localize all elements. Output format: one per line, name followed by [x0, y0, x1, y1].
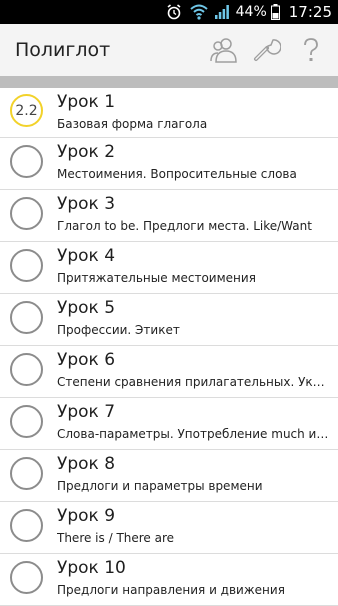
- progress-ring: [10, 405, 43, 438]
- lesson-title: Урок 8: [57, 454, 116, 474]
- users-icon: [210, 38, 237, 63]
- lesson-subtitle: Базовая форма глагола: [57, 117, 208, 131]
- wifi-icon: [189, 0, 209, 24]
- progress-ring: [10, 561, 43, 594]
- lesson-title: Урок 4: [57, 246, 116, 266]
- lesson-list: 2.2 Урок 1 Базовая форма глагола Урок 2 …: [0, 88, 338, 606]
- battery-icon: [271, 0, 281, 24]
- lesson-title: Урок 5: [57, 298, 116, 318]
- app-bar-shadow: [0, 76, 338, 88]
- lesson-subtitle: Предлоги направления и движения: [57, 583, 285, 597]
- lesson-title: Урок 3: [57, 194, 116, 214]
- lesson-row-1[interactable]: 2.2 Урок 1 Базовая форма глагола: [0, 88, 338, 138]
- alarm-icon: [165, 0, 183, 24]
- lesson-row-6[interactable]: Урок 6 Степени сравнения прилагательных.…: [0, 346, 338, 398]
- progress-ring: [10, 145, 43, 178]
- battery-percentage: 44%: [235, 4, 267, 20]
- progress-ring: [10, 197, 43, 230]
- progress-ring: [10, 301, 43, 334]
- lesson-title: Урок 1: [57, 92, 116, 112]
- clock: 17:25: [288, 3, 332, 21]
- progress-ring: [10, 353, 43, 386]
- lesson-subtitle: Предлоги и параметры времени: [57, 479, 263, 493]
- lesson-row-8[interactable]: Урок 8 Предлоги и параметры времени: [0, 450, 338, 502]
- status-bar: 44% 17:25: [0, 0, 338, 24]
- lesson-subtitle: Глагол to be. Предлоги места. Like/Want: [57, 219, 312, 233]
- lesson-subtitle: There is / There are: [57, 531, 175, 545]
- lesson-row-4[interactable]: Урок 4 Притяжательные местоимения: [0, 242, 338, 294]
- progress-ring: 2.2: [10, 94, 43, 127]
- lesson-row-2[interactable]: Урок 2 Местоимения. Вопросительные слова: [0, 138, 338, 190]
- progress-ring: [10, 249, 43, 282]
- wrench-icon: [254, 39, 281, 61]
- lesson-row-5[interactable]: Урок 5 Профессии. Этикет: [0, 294, 338, 346]
- settings-button[interactable]: [247, 30, 287, 70]
- lesson-subtitle: Слова-параметры. Употребление much и man…: [57, 427, 329, 441]
- lesson-row-7[interactable]: Урок 7 Слова-параметры. Употребление muc…: [0, 398, 338, 450]
- lesson-title: Урок 10: [57, 558, 126, 578]
- lesson-subtitle: Притяжательные местоимения: [57, 271, 256, 285]
- help-button[interactable]: [291, 30, 331, 70]
- lesson-subtitle: Местоимения. Вопросительные слова: [57, 167, 297, 181]
- lesson-title: Урок 2: [57, 142, 116, 162]
- lesson-title: Урок 7: [57, 402, 116, 422]
- lesson-subtitle: Степени сравнения прилагательных. Указат…: [57, 375, 329, 389]
- help-icon: [304, 38, 318, 61]
- lesson-row-9[interactable]: Урок 9 There is / There are: [0, 502, 338, 554]
- progress-ring: [10, 509, 43, 542]
- app-bar: Полиглот: [0, 24, 338, 76]
- progress-ring: [10, 457, 43, 490]
- lesson-title: Урок 6: [57, 350, 116, 370]
- lesson-row-10[interactable]: Урок 10 Предлоги направления и движения: [0, 554, 338, 606]
- lesson-title: Урок 9: [57, 506, 116, 526]
- signal-icon: [214, 0, 230, 24]
- users-button[interactable]: [204, 30, 244, 70]
- lesson-subtitle: Профессии. Этикет: [57, 323, 180, 337]
- lesson-row-3[interactable]: Урок 3 Глагол to be. Предлоги места. Lik…: [0, 190, 338, 242]
- app-title: Полиглот: [15, 39, 111, 61]
- progress-badge: 2.2: [15, 102, 38, 119]
